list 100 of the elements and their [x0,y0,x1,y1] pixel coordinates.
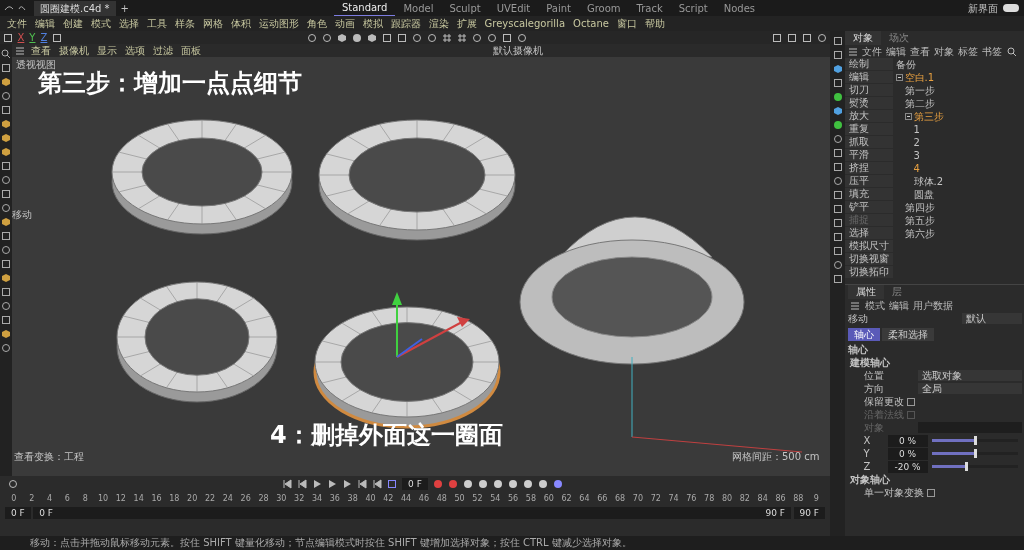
circle-icon[interactable] [832,175,843,186]
square-icon[interactable] [1,314,11,325]
tree-item[interactable]: 第六步 [904,227,935,240]
panel-tab[interactable]: 属性 [847,285,884,299]
menu-item[interactable]: 创建 [58,16,87,31]
menu-item[interactable]: 文件 [2,16,31,31]
play-icon[interactable] [312,479,323,489]
axis-toggle[interactable]: Z [37,30,50,45]
menu-item[interactable]: 工具 [142,16,171,31]
menu-item[interactable]: 选项 [121,43,149,58]
circle-icon[interactable] [412,32,423,43]
frame-field[interactable]: 0 F [402,478,428,490]
search-icon[interactable] [1006,46,1017,57]
square-icon[interactable] [1,230,11,241]
square-icon[interactable] [787,32,798,43]
grid-icon[interactable] [457,32,468,43]
square-icon[interactable] [832,273,843,284]
group-heading[interactable]: 建模轴心 [847,356,1022,369]
square-icon[interactable] [2,32,13,43]
preset-dropdown[interactable]: 默认 [961,313,1022,324]
menu-item[interactable]: 运动图形 [254,16,303,31]
menu-item[interactable]: 标签 [956,45,980,58]
menu-item[interactable]: 书签 [980,45,1004,58]
tree-item[interactable]: 备份 [895,58,916,71]
circle-icon[interactable] [832,133,843,144]
collapse-icon[interactable] [895,74,903,81]
tree-item[interactable]: 圆盘 [913,188,934,201]
group-heading[interactable]: 对象轴心 [847,473,1022,486]
tree-item[interactable]: 2 [913,136,920,149]
circle-icon[interactable] [322,32,333,43]
circle-icon[interactable] [1,202,11,213]
record-icon[interactable] [552,479,563,489]
skip-icon[interactable] [282,479,293,489]
circle-icon[interactable] [1,342,11,353]
grid-icon[interactable] [442,32,453,43]
square-icon[interactable] [832,35,843,46]
menu-item[interactable]: 用户数据 [910,299,955,312]
tree-item[interactable]: 第四步 [904,201,935,214]
square-icon[interactable] [802,32,813,43]
menu-item[interactable]: 帮助 [640,16,669,31]
layout-tab[interactable]: Nodes [715,0,764,16]
collapse-icon[interactable] [904,113,912,120]
tool-button[interactable]: 填充 [845,188,893,200]
menu-item[interactable]: 跟踪器 [386,16,425,31]
square-icon[interactable] [397,32,408,43]
axis-toggle[interactable]: X [15,30,27,45]
tree-item[interactable]: 1 [913,123,920,136]
checkbox[interactable] [906,397,915,406]
circle-icon[interactable] [832,259,843,270]
square-icon[interactable] [1,286,11,297]
menu-item[interactable]: 窗口 [612,16,641,31]
layout-tab[interactable]: UVEdit [488,0,539,16]
menu-item[interactable]: 面板 [177,43,205,58]
add-tab-button[interactable]: + [115,0,134,16]
menu-icon[interactable] [847,46,858,57]
tool-button[interactable]: 切换视窗 [845,253,893,265]
dropdown[interactable]: 选取对象 [917,370,1022,381]
square-icon[interactable] [832,245,843,256]
tree-item[interactable]: 第三步 [913,110,944,123]
menu-item[interactable]: 查看 [908,45,932,58]
layout-tab[interactable]: Groom [578,0,629,16]
tool-button[interactable]: 绘制 [845,58,893,70]
tool-button[interactable]: 切换拓印 [845,266,893,278]
square-icon[interactable] [52,32,63,43]
menu-item[interactable]: 过滤 [149,43,177,58]
square-icon[interactable] [832,189,843,200]
layout-tab[interactable]: Model [395,0,442,16]
square-icon[interactable] [832,231,843,242]
toggle-switch[interactable] [1003,4,1019,12]
menu-icon[interactable] [850,300,860,311]
square-icon[interactable] [832,147,843,158]
circle-icon[interactable] [427,32,438,43]
checkbox[interactable] [926,488,935,497]
circle-icon[interactable] [1,244,11,255]
square-icon[interactable] [772,32,783,43]
circle-icon[interactable] [1,90,11,101]
tree-item[interactable]: 4 [913,162,920,175]
slider[interactable] [931,452,1018,455]
skip-icon[interactable] [357,479,368,489]
square-icon[interactable] [832,161,843,172]
square-icon[interactable] [832,217,843,228]
menu-item[interactable]: 网格 [198,16,227,31]
menu-item[interactable]: 扩展 [452,16,481,31]
circle-icon[interactable] [307,32,318,43]
menu-item[interactable]: 样条 [170,16,199,31]
cube-icon[interactable] [832,105,843,116]
tree-item[interactable]: 第五步 [904,214,935,227]
tool-button[interactable]: 抓取 [845,136,893,148]
square-icon[interactable] [832,77,843,88]
menu-item[interactable]: 编辑 [886,299,911,312]
undo-redo-icon[interactable] [2,3,27,13]
sub-tab[interactable]: 柔和选择 [882,327,934,341]
square-icon[interactable] [502,32,513,43]
menu-item[interactable]: 查看 [27,43,55,58]
square-icon[interactable] [1,160,11,171]
sub-tab[interactable]: 轴心 [847,327,880,341]
number-field[interactable]: 0 % [887,447,928,460]
square-icon[interactable] [382,32,393,43]
circle-icon[interactable] [472,32,483,43]
tool-button[interactable]: 重复 [845,123,893,135]
